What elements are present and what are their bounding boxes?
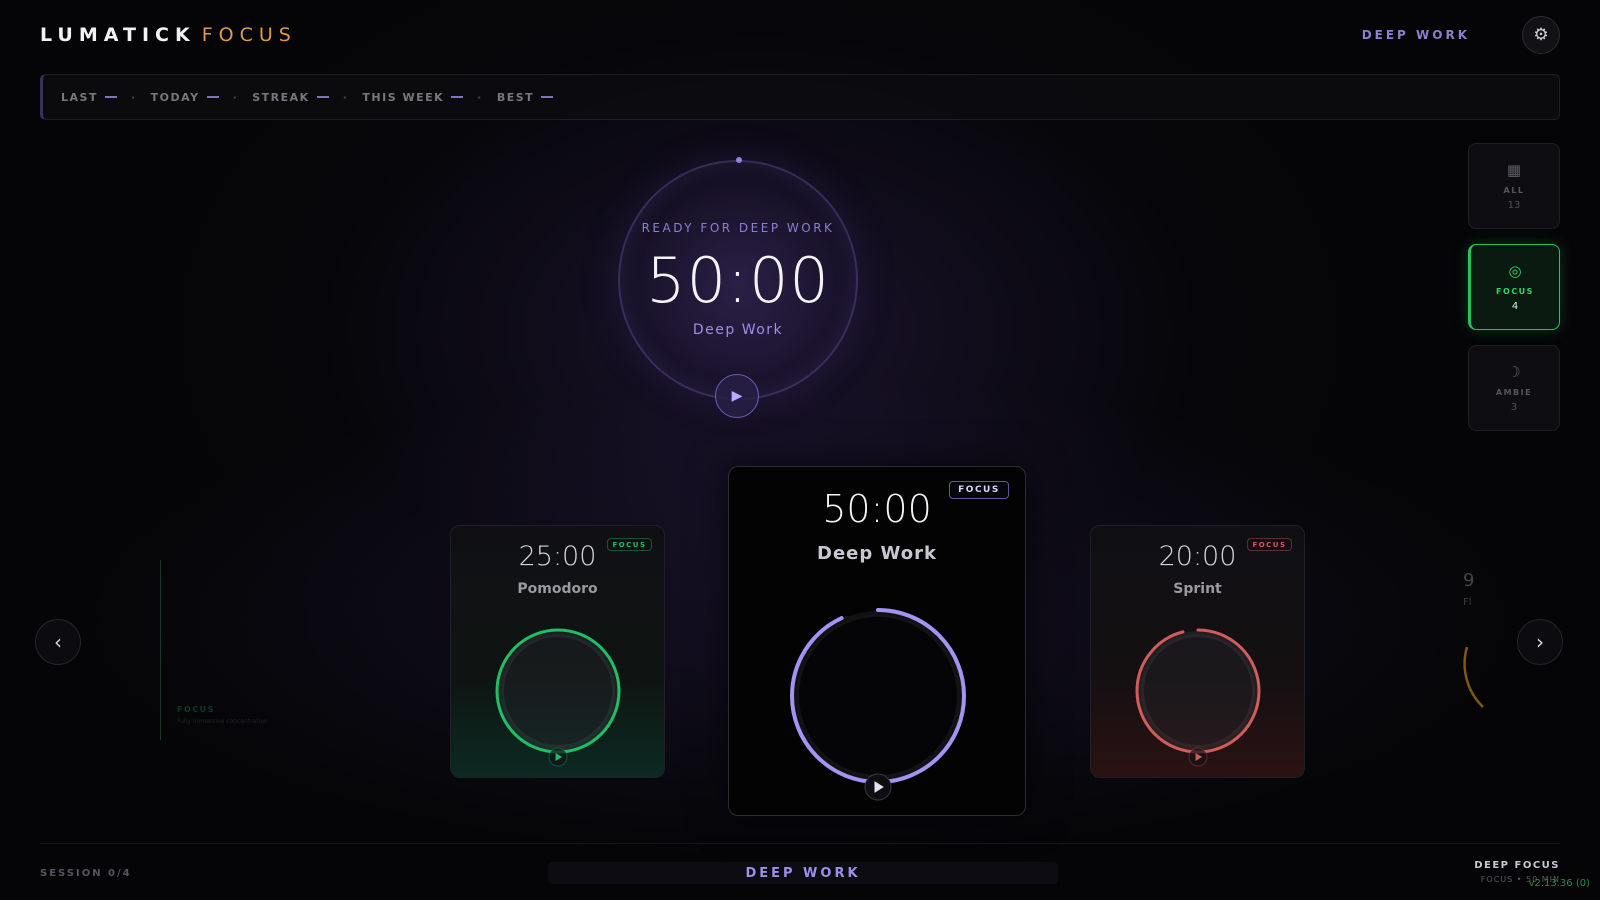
chevron-right-icon: ›: [1536, 630, 1544, 654]
carousel-next-button[interactable]: ›: [1517, 619, 1563, 665]
stat-label: BEST: [496, 90, 535, 104]
filter-ambient[interactable]: ☽ AMBIE 3: [1468, 345, 1560, 431]
card-progress-ring: [495, 628, 621, 767]
footer-preset-title: DEEP FOCUS: [1474, 860, 1560, 871]
stat-value-dash: [104, 96, 117, 98]
filter-label: ALL: [1503, 186, 1525, 195]
card-description: Fully immersive concentration: [177, 718, 268, 725]
carousel-card-offscreen-left[interactable]: FOCUS Fully immersive concentration: [160, 560, 270, 740]
moon-icon: ☽: [1507, 363, 1521, 381]
grid-icon: ▦: [1506, 161, 1522, 179]
filter-count: 13: [1507, 200, 1521, 211]
carousel-prev-button[interactable]: ‹: [35, 619, 81, 665]
ring-inner-disc: [793, 611, 963, 781]
filter-focus[interactable]: ◎ FOCUS 4: [1468, 244, 1560, 330]
brand-sub: FOCUS: [201, 24, 297, 46]
stat-separator: ·: [342, 90, 349, 104]
filter-label: FOCUS: [1496, 287, 1534, 296]
version-label: v2.13.36 (0): [1528, 878, 1590, 889]
stat-separator: ·: [477, 90, 483, 104]
carousel-card-offscreen-right[interactable]: 9 Fl: [1445, 565, 1505, 745]
filter-all[interactable]: ▦ ALL 13: [1468, 143, 1560, 229]
card-progress-ring: [1135, 628, 1261, 767]
stat-label: THIS WEEK: [362, 90, 445, 104]
stat-separator: ·: [232, 90, 239, 104]
card-progress-ring: [790, 608, 966, 801]
app-logo: LUMATICK FOCUS: [40, 24, 297, 46]
chevron-left-icon: ‹: [54, 630, 62, 654]
stat-best: BEST: [496, 90, 554, 104]
carousel-card-pomodoro[interactable]: 25:00 Pomodoro FOCUS: [450, 525, 665, 778]
footer-mode-button[interactable]: DEEP WORK: [548, 862, 1058, 884]
filter-count: 4: [1511, 301, 1519, 312]
stat-this-week: THIS WEEK: [362, 90, 464, 104]
card-progress-ring: [1463, 646, 1484, 708]
filter-count: 3: [1510, 402, 1518, 413]
session-counter: SESSION 0/4: [40, 868, 132, 879]
hero-status-text: READY FOR DEEP WORK: [641, 221, 835, 235]
filter-label: AMBIE: [1495, 388, 1533, 397]
stats-bar: LAST · TODAY · STREAK · THIS WEEK · BEST: [40, 74, 1560, 120]
hero-preset-name: Deep Work: [692, 322, 784, 338]
stat-value-dash: [206, 96, 219, 98]
carousel-card-deep-work[interactable]: 50:00 Deep Work FOCUS: [728, 466, 1026, 816]
stat-last: LAST: [61, 91, 117, 104]
gear-icon: ⚙: [1533, 25, 1549, 45]
current-mode-label[interactable]: DEEP WORK: [1362, 28, 1470, 42]
stat-value-dash: [316, 96, 329, 98]
ring-inner-disc: [498, 631, 618, 751]
hero-timer-display: 50:00: [646, 244, 830, 317]
brand-name: LUMATICK: [40, 24, 196, 46]
stat-separator: ·: [130, 90, 137, 104]
stat-label: TODAY: [150, 90, 200, 104]
stat-value-dash: [541, 96, 554, 98]
hero-play-button[interactable]: ▶: [715, 374, 759, 418]
stat-label: STREAK: [252, 90, 310, 104]
carousel-card-sprint[interactable]: 20:00 Sprint FOCUS: [1090, 525, 1305, 778]
footer-divider: [40, 843, 1560, 844]
hero-progress-dot: [736, 157, 742, 163]
target-icon: ◎: [1508, 262, 1522, 280]
stat-value-dash: [451, 96, 464, 98]
ring-inner-disc: [1138, 631, 1258, 751]
settings-button[interactable]: ⚙: [1522, 16, 1560, 54]
stat-today: TODAY: [151, 91, 219, 104]
stat-label: LAST: [61, 90, 98, 104]
play-icon: ▶: [731, 388, 743, 404]
stat-streak: STREAK: [252, 90, 329, 104]
card-tag: FOCUS: [177, 705, 215, 714]
